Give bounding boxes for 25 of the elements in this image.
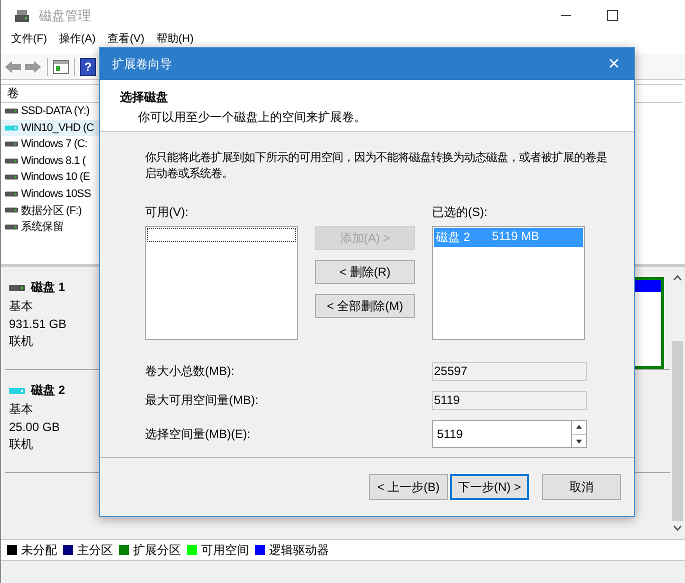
legend-label: 主分区 [77,542,113,558]
step-title: 选择磁盘 [120,89,169,106]
field-label: 选择空间量(MB)(E): [145,426,252,442]
disk-status: 联机 [9,436,34,453]
disk-name: 磁盘 1 [31,279,66,296]
legend-label: 可用空间 [201,542,249,558]
window-title: 磁盘管理 [39,6,92,24]
available-label: 可用(V): [145,204,190,221]
field-label: 最大可用空间量(MB): [145,392,260,409]
disk-type: 基本 [9,298,34,315]
readonly-field: 5119 [432,391,587,410]
step-subtitle: 你可以用至少一个磁盘上的空间来扩展卷。 [137,109,367,126]
readonly-field: 25597 [432,362,587,381]
selected-label: 已选的(S): [432,204,488,221]
legend-label: 未分配 [21,542,57,558]
description-text: 你只能将此卷扩展到如下所示的可用空间，因为不能将磁盘转换为动态磁盘，或者被扩展的卷是启动卷或系统卷。 [145,150,608,182]
legend-label: 逻辑驱动器 [269,542,329,558]
disk-size: 25.00 GB [9,420,61,434]
disk-type: 基本 [9,401,34,418]
dialog-title: 扩展卷向导 [112,56,173,72]
field-label: 卷大小总数(MB): [145,363,236,380]
legend-label: 扩展分区 [133,542,181,558]
disk-name: 磁盘 2 [31,382,66,399]
disk-status: 联机 [9,333,34,350]
disk-size: 931.51 GB [9,317,68,331]
